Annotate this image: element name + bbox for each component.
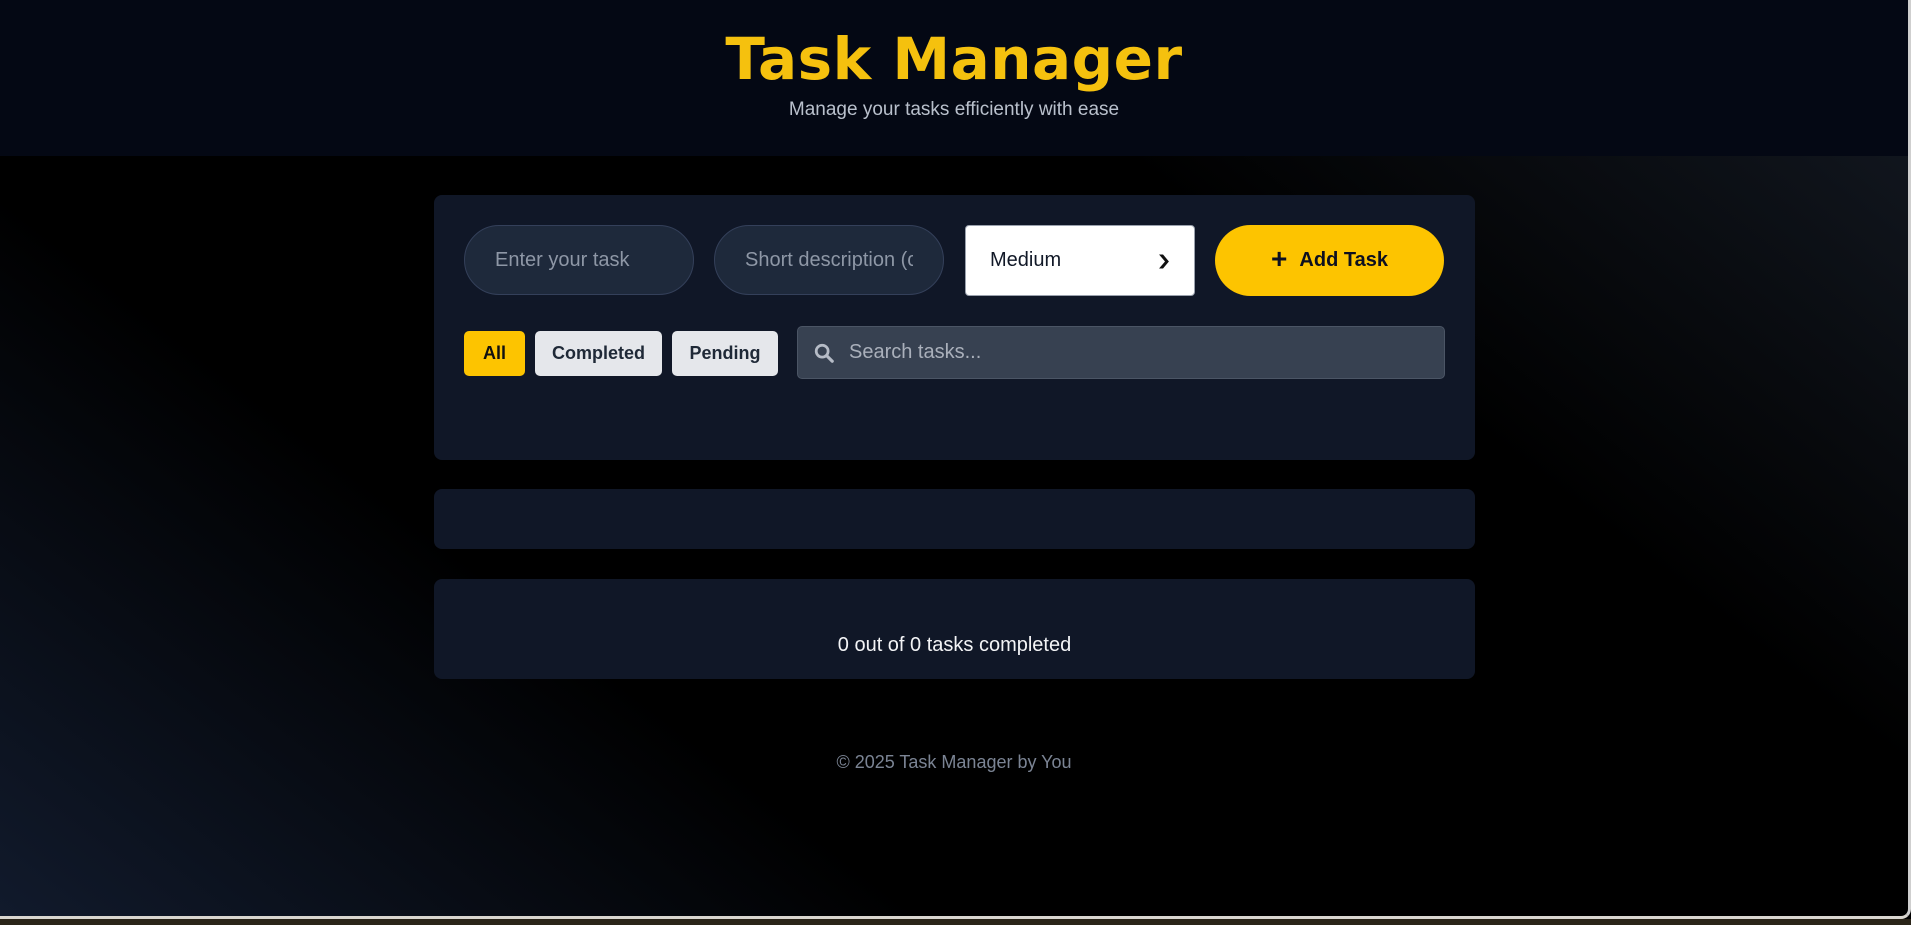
filter-completed-button[interactable]: Completed <box>535 331 662 376</box>
footer: © 2025 Task Manager by You <box>0 752 1908 773</box>
app-title: Task Manager <box>725 25 1183 93</box>
task-stats-panel: 0 out of 0 tasks completed <box>434 579 1475 679</box>
task-completion-summary: 0 out of 0 tasks completed <box>837 634 1072 656</box>
task-list <box>434 489 1475 549</box>
add-task-button[interactable]: + Add Task <box>1215 225 1444 296</box>
app-window: Task Manager Manage your tasks efficient… <box>0 0 1911 919</box>
add-task-label: Add Task <box>1299 249 1388 271</box>
priority-selected-value: Medium <box>990 249 1062 271</box>
description-input[interactable] <box>714 225 944 295</box>
app-header: Task Manager Manage your tasks efficient… <box>0 0 1908 156</box>
app-subtitle: Manage your tasks efficiently with ease <box>788 99 1120 120</box>
chevron-down-icon: ❯ <box>1156 252 1172 268</box>
search-input[interactable] <box>835 327 1444 378</box>
filter-pending-button[interactable]: Pending <box>672 331 778 376</box>
filter-all-button[interactable]: All <box>464 331 525 376</box>
search-icon <box>814 343 834 363</box>
plus-icon: + <box>1271 243 1288 274</box>
task-input[interactable] <box>464 225 694 295</box>
footer-text: © 2025 Task Manager by You <box>836 752 1072 772</box>
priority-select[interactable]: Medium ❯ <box>965 225 1195 296</box>
taskbar-edge <box>0 919 1911 925</box>
search-box <box>797 326 1445 379</box>
task-controls-panel: Medium ❯ + Add Task All Completed Pendin… <box>434 195 1475 460</box>
